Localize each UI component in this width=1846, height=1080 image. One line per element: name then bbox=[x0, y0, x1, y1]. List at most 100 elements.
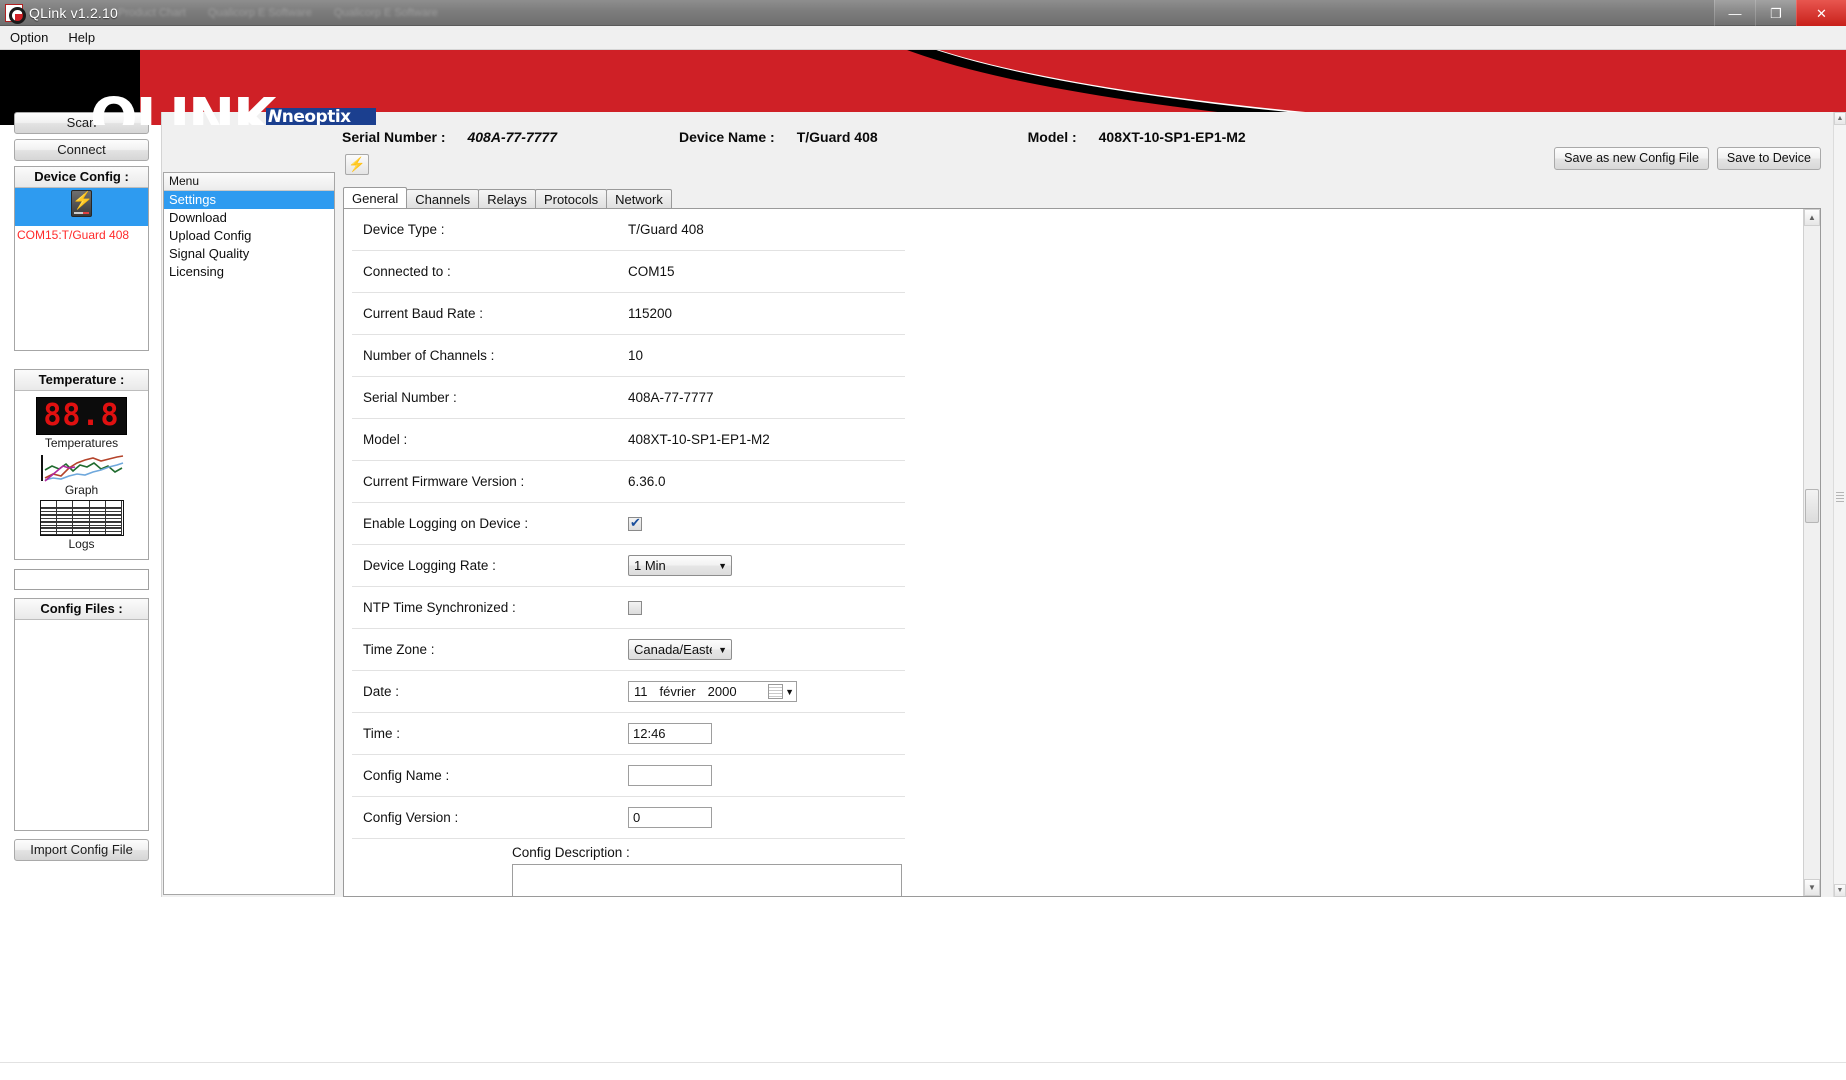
serial-number-label: Serial Number : bbox=[342, 129, 445, 145]
temperature-panel: Temperature : 88.8 Temperatures Graph bbox=[14, 369, 149, 560]
window-title: QLink v1.2.10 bbox=[29, 5, 118, 21]
device-lightning-icon bbox=[71, 190, 92, 217]
save-as-new-config-file-button[interactable]: Save as new Config File bbox=[1554, 147, 1709, 170]
import-config-file-button[interactable]: Import Config File bbox=[14, 839, 149, 861]
temperatures-label: Temperatures bbox=[15, 436, 148, 450]
connected-to-value: COM15 bbox=[628, 264, 675, 279]
save-to-device-button[interactable]: Save to Device bbox=[1717, 147, 1821, 170]
graph-icon[interactable] bbox=[39, 454, 125, 482]
time-zone-dropdown[interactable]: Canada/Eastern ▼ bbox=[628, 639, 732, 660]
menu-item-licensing[interactable]: Licensing bbox=[164, 263, 334, 281]
bottom-bar bbox=[0, 1062, 1846, 1080]
time-zone-value: Canada/Eastern bbox=[634, 642, 712, 657]
tab-relays[interactable]: Relays bbox=[478, 189, 536, 209]
number-of-channels-label: Number of Channels : bbox=[352, 348, 628, 363]
logging-rate-label: Device Logging Rate : bbox=[352, 558, 628, 573]
logs-label: Logs bbox=[15, 537, 148, 551]
device-list-item-com15[interactable]: COM15:T/Guard 408 bbox=[15, 188, 148, 226]
application-window: QLink v1.2.10 Product Chart Qualicorp E … bbox=[0, 0, 1846, 1080]
window-scroll-up-icon[interactable]: ▲ bbox=[1834, 112, 1846, 125]
maximize-button[interactable]: ❐ bbox=[1755, 0, 1796, 26]
date-parts: 11 février 2000 bbox=[634, 684, 737, 699]
ghost-tab-2: Qualicorp E Software bbox=[334, 7, 438, 19]
close-button[interactable]: ✕ bbox=[1796, 0, 1846, 26]
menu-help[interactable]: Help bbox=[58, 27, 105, 48]
config-name-label: Config Name : bbox=[352, 768, 628, 783]
left-sidebar: Scan Connect Device Config : COM15:T/Gua… bbox=[14, 112, 149, 897]
ntp-time-sync-checkbox[interactable] bbox=[628, 601, 642, 615]
device-list[interactable]: COM15:T/Guard 408 bbox=[15, 188, 148, 350]
refresh-lightning-icon[interactable]: ⚡ bbox=[345, 154, 369, 175]
baud-rate-label: Current Baud Rate : bbox=[352, 306, 628, 321]
tab-network[interactable]: Network bbox=[606, 189, 672, 209]
menu-item-download[interactable]: Download bbox=[164, 209, 334, 227]
firmware-version-label: Current Firmware Version : bbox=[352, 474, 628, 489]
connect-button[interactable]: Connect bbox=[14, 139, 149, 161]
number-of-channels-value: 10 bbox=[628, 348, 643, 363]
window-controls: — ❐ ✕ bbox=[1714, 0, 1846, 26]
form-model-label: Model : bbox=[352, 432, 628, 447]
device-type-label: Device Type : bbox=[352, 222, 628, 237]
device-config-header: Device Config : bbox=[15, 167, 148, 188]
form-serial-number-label: Serial Number : bbox=[352, 390, 628, 405]
ntp-time-sync-label: NTP Time Synchronized : bbox=[352, 600, 628, 615]
config-name-input[interactable] bbox=[628, 765, 712, 786]
row-logging-rate: Device Logging Rate : 1 Min ▼ bbox=[352, 545, 905, 587]
date-day[interactable]: 11 bbox=[634, 684, 648, 699]
window-scroll-down-icon[interactable]: ▼ bbox=[1834, 884, 1846, 897]
config-version-input[interactable]: 0 bbox=[628, 807, 712, 828]
config-description-label: Config Description : bbox=[512, 845, 905, 860]
chevron-down-icon[interactable]: ▼ bbox=[785, 687, 794, 697]
menu-item-signal-quality[interactable]: Signal Quality bbox=[164, 245, 334, 263]
row-device-type: Device Type : T/Guard 408 bbox=[352, 209, 905, 251]
window-scroll-grip[interactable] bbox=[1836, 492, 1844, 502]
ghost-tab-0: Product Chart bbox=[118, 7, 186, 19]
logging-rate-dropdown[interactable]: 1 Min ▼ bbox=[628, 555, 732, 576]
device-name-label: Device Name : bbox=[679, 129, 775, 145]
enable-logging-checkbox[interactable] bbox=[628, 517, 642, 531]
tab-channels[interactable]: Channels bbox=[406, 189, 479, 209]
row-serial-number: Serial Number : 408A-77-7777 bbox=[352, 377, 905, 419]
menu-option[interactable]: Option bbox=[0, 27, 58, 48]
row-time: Time : 12:46 bbox=[352, 713, 905, 755]
scroll-thumb[interactable] bbox=[1805, 489, 1819, 523]
device-type-value: T/Guard 408 bbox=[628, 222, 704, 237]
row-model: Model : 408XT-10-SP1-EP1-M2 bbox=[352, 419, 905, 461]
date-year[interactable]: 2000 bbox=[708, 684, 737, 699]
title-bar: QLink v1.2.10 Product Chart Qualicorp E … bbox=[0, 0, 1846, 26]
date-picker[interactable]: 11 février 2000 ▼ bbox=[628, 681, 797, 702]
model-label: Model : bbox=[1028, 129, 1077, 145]
config-description-textarea[interactable] bbox=[512, 864, 902, 897]
neoptix-logo: Nneoptix a QUALITROL company bbox=[266, 108, 376, 125]
logs-table-icon[interactable] bbox=[40, 500, 124, 536]
scroll-up-arrow-icon[interactable]: ▲ bbox=[1804, 209, 1820, 226]
menu-item-upload-config[interactable]: Upload Config bbox=[164, 227, 334, 245]
scroll-down-arrow-icon[interactable]: ▼ bbox=[1804, 879, 1820, 896]
temperature-body: 88.8 Temperatures Graph Logs bbox=[15, 391, 148, 559]
minimize-button[interactable]: — bbox=[1714, 0, 1755, 26]
connected-to-label: Connected to : bbox=[352, 264, 628, 279]
chevron-down-icon: ▼ bbox=[718, 645, 727, 655]
menu-item-settings[interactable]: Settings bbox=[164, 191, 334, 209]
calendar-icon[interactable] bbox=[768, 684, 783, 699]
neoptix-wordmark: Nneoptix bbox=[266, 108, 376, 125]
tab-general[interactable]: General bbox=[343, 187, 407, 209]
time-input[interactable]: 12:46 bbox=[628, 723, 712, 744]
window-vertical-scrollbar[interactable]: ▲ ▼ bbox=[1833, 112, 1846, 897]
device-name-value: T/Guard 408 bbox=[797, 129, 878, 145]
form-vertical-scrollbar[interactable]: ▲ ▼ bbox=[1803, 209, 1820, 896]
row-enable-logging: Enable Logging on Device : bbox=[352, 503, 905, 545]
row-date: Date : 11 février 2000 ▼ bbox=[352, 671, 905, 713]
ghost-tab-1: Qualicorp E Software bbox=[208, 7, 312, 19]
chevron-down-icon: ▼ bbox=[718, 561, 727, 571]
serial-number-value: 408A-77-7777 bbox=[467, 129, 557, 145]
menu-panel: Menu Settings Download Upload Config Sig… bbox=[163, 172, 335, 895]
form-serial-number-value: 408A-77-7777 bbox=[628, 390, 714, 405]
sidebar-filter-input[interactable] bbox=[14, 569, 149, 590]
config-description-block: Config Description : bbox=[352, 839, 905, 897]
background-window-tabs: Product Chart Qualicorp E Software Quali… bbox=[118, 0, 438, 26]
date-month[interactable]: février bbox=[660, 684, 696, 699]
tab-protocols[interactable]: Protocols bbox=[535, 189, 607, 209]
config-files-list[interactable] bbox=[15, 620, 148, 830]
row-number-of-channels: Number of Channels : 10 bbox=[352, 335, 905, 377]
